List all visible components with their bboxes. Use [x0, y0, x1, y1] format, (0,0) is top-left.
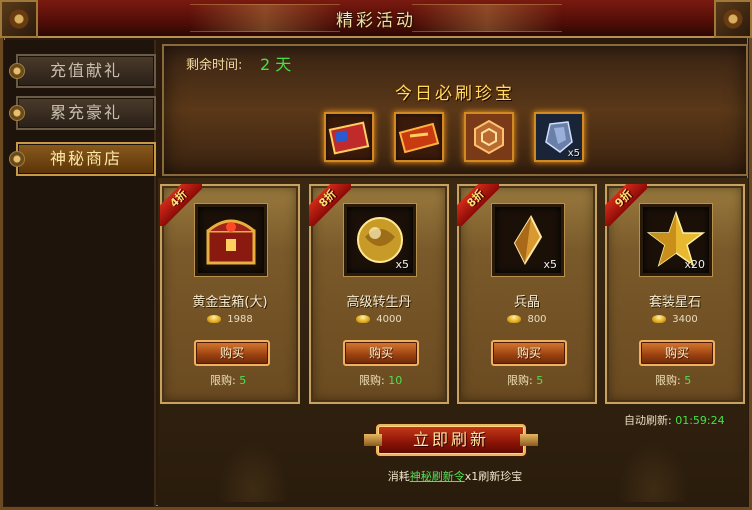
scroll-icon	[398, 122, 440, 154]
item-slot[interactable]: x20	[640, 204, 712, 276]
gold-ingot-icon	[507, 315, 522, 323]
sidebar-item-cumulative-gift[interactable]: 累充豪礼	[9, 96, 156, 130]
item-price: 800	[459, 314, 595, 325]
gold-ingot-icon	[356, 315, 371, 323]
sidebar-item-label: 神秘商店	[49, 149, 122, 168]
item-slot[interactable]	[195, 204, 267, 276]
item-price: 4000	[311, 314, 447, 325]
tab-knob-icon	[9, 151, 25, 167]
buy-button[interactable]: 购买	[343, 340, 419, 366]
sidebar-item-label: 充值献礼	[49, 61, 122, 80]
sidebar-item-label: 累充豪礼	[49, 103, 122, 122]
item-price: 1988	[162, 314, 298, 325]
gold-ingot-icon	[207, 315, 222, 323]
item-slot[interactable]: x5	[344, 204, 416, 276]
item-slot[interactable]: x5	[492, 204, 564, 276]
item-quantity: x20	[684, 258, 705, 271]
mystery-refresh-token-link[interactable]: 神秘刷新令	[410, 470, 465, 483]
treasure-quantity: x5	[567, 148, 580, 159]
item-name: 高级转生丹	[346, 295, 412, 310]
item-name: 套装星石	[648, 295, 701, 310]
shop-item-card: 9折 x20 套装星石 3400 购买 限购: 5	[605, 184, 745, 404]
buy-button[interactable]: 购买	[491, 340, 567, 366]
title-ornament-right	[412, 4, 562, 32]
sidebar: 充值献礼 累充豪礼 神秘商店	[4, 40, 156, 506]
shop-item-card: 8折 x5 高级转生丹 4000 购买 限购: 10	[309, 184, 449, 404]
treasure-slot[interactable]	[394, 112, 444, 162]
treasure-slot[interactable]	[464, 112, 514, 162]
daily-treasure-banner: 剩余时间: 2 天 今日必刷珍宝 x5	[162, 44, 748, 176]
item-name: 黄金宝箱(大)	[192, 295, 268, 310]
treasure-slot[interactable]	[324, 112, 374, 162]
purchase-limit: 限购: 5	[507, 374, 544, 387]
auto-refresh-timer: 自动刷新: 01:59:24	[624, 414, 725, 427]
purchase-limit: 限购: 5	[210, 374, 247, 387]
purchase-limit: 限购: 10	[359, 374, 403, 387]
buy-button[interactable]: 购买	[639, 340, 715, 366]
item-price: 3400	[607, 314, 743, 325]
sidebar-item-recharge-gift[interactable]: 充值献礼	[9, 54, 156, 88]
red-envelope-icon	[328, 121, 370, 155]
remaining-time-label: 剩余时间:	[186, 58, 243, 73]
gold-ingot-icon	[652, 315, 667, 323]
purchase-limit: 限购: 5	[655, 374, 692, 387]
tab-knob-icon	[9, 105, 25, 121]
window-title: 精彩活动	[336, 11, 416, 31]
buy-button[interactable]: 购买	[194, 340, 270, 366]
refresh-cost-text: 消耗神秘刷新令x1刷新珍宝	[387, 470, 523, 483]
button-wing-ornament	[520, 434, 538, 446]
button-wing-ornament	[364, 434, 382, 446]
tab-knob-icon	[9, 63, 25, 79]
title-bar: 精彩活动	[0, 0, 752, 38]
golden-chest-icon	[206, 219, 256, 265]
hexagon-token-icon	[466, 114, 512, 160]
daily-treasure-heading: 今日必刷珍宝	[395, 84, 515, 104]
item-quantity: x5	[395, 258, 409, 271]
refresh-now-button[interactable]: 立即刷新	[364, 424, 538, 456]
shop-item-card: 8折 x5 兵晶 800 购买 限购: 5	[457, 184, 597, 404]
sidebar-item-mystery-shop[interactable]: 神秘商店	[9, 142, 156, 176]
shop-item-card: 4折 黄金宝箱(大) 1988 购买 限购: 5	[160, 184, 300, 404]
item-name: 兵晶	[513, 295, 540, 310]
remaining-time-value: 2 天	[260, 55, 292, 74]
corner-ornament-icon	[714, 0, 752, 38]
item-quantity: x5	[543, 258, 557, 271]
treasure-slot[interactable]: x5	[534, 112, 584, 162]
